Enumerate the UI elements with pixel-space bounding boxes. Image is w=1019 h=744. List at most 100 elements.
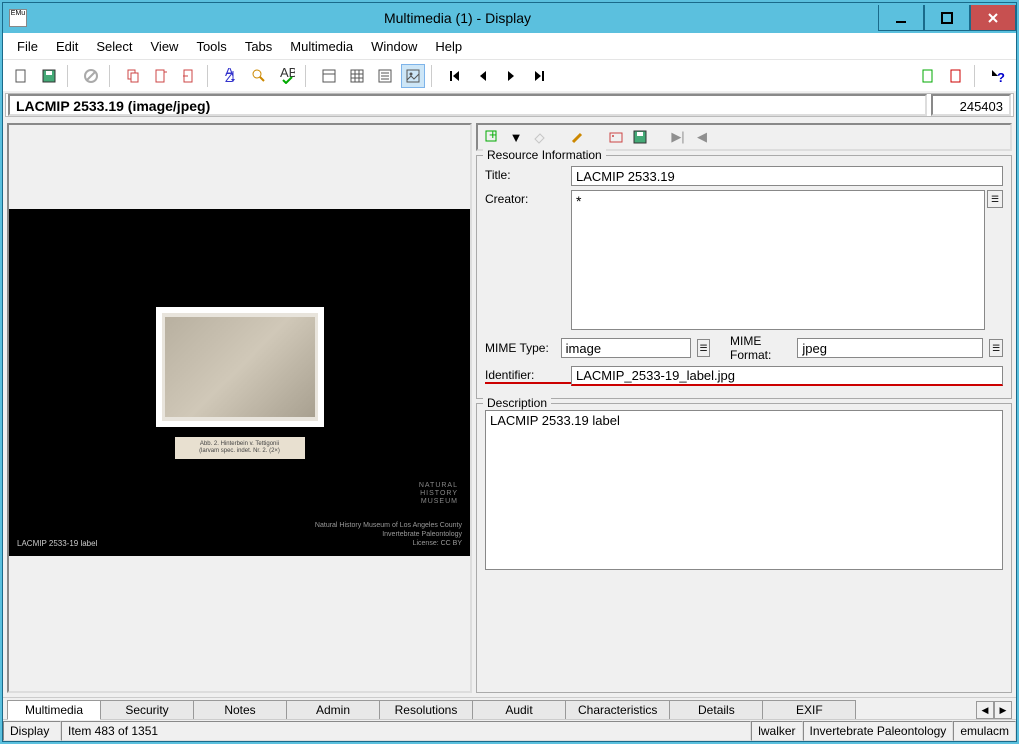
- view-list-icon[interactable]: [373, 64, 397, 88]
- statusbar: Display Item 483 of 1351 lwalker Inverte…: [3, 719, 1016, 741]
- mime-format-input[interactable]: [797, 338, 983, 358]
- window-title: Multimedia (1) - Display: [37, 10, 878, 26]
- status-dept: Invertebrate Paleontology: [803, 721, 954, 741]
- image-panel[interactable]: Abb. 2. Hinterbein v. Tettigonii (larvam…: [7, 123, 472, 693]
- tab-characteristics[interactable]: Characteristics: [565, 700, 670, 719]
- copy-icon[interactable]: [121, 64, 145, 88]
- resource-info-fieldset: Resource Information Title: Creator: * ☰…: [476, 155, 1012, 399]
- tab-admin[interactable]: Admin: [286, 700, 380, 719]
- new-icon[interactable]: [9, 64, 33, 88]
- specimen-caption: Abb. 2. Hinterbein v. Tettigonii (larvam…: [175, 437, 305, 459]
- title-input[interactable]: [571, 166, 1003, 186]
- attach-green-icon[interactable]: [916, 64, 940, 88]
- menu-window[interactable]: Window: [363, 36, 425, 57]
- main-area: Abb. 2. Hinterbein v. Tettigonii (larvam…: [3, 119, 1016, 697]
- menu-multimedia[interactable]: Multimedia: [282, 36, 361, 57]
- menu-help[interactable]: Help: [427, 36, 470, 57]
- mime-type-input[interactable]: [561, 338, 691, 358]
- app-window: EMu Multimedia (1) - Display File Edit S…: [2, 2, 1017, 742]
- creator-input[interactable]: *: [571, 190, 985, 330]
- tab-exif[interactable]: EXIF: [762, 700, 856, 719]
- status-position: Item 483 of 1351: [61, 721, 751, 741]
- mime-format-lookup-icon[interactable]: ☰: [989, 339, 1003, 357]
- close-button[interactable]: [970, 5, 1016, 31]
- menubar: File Edit Select View Tools Tabs Multime…: [3, 33, 1016, 59]
- status-mode: Display: [3, 721, 61, 741]
- nav-next-icon[interactable]: [499, 64, 523, 88]
- cut-icon[interactable]: [177, 64, 201, 88]
- toolbar: AZ ABC ?: [3, 59, 1016, 91]
- svg-text:+: +: [489, 129, 497, 142]
- menu-select[interactable]: Select: [88, 36, 140, 57]
- menu-file[interactable]: File: [9, 36, 46, 57]
- minimize-button[interactable]: [878, 5, 924, 31]
- nav-prev-icon[interactable]: [471, 64, 495, 88]
- svg-text:ABC: ABC: [280, 68, 295, 80]
- svg-text:?: ?: [997, 70, 1005, 84]
- creator-label: Creator:: [485, 190, 571, 206]
- nav-last-icon[interactable]: [527, 64, 551, 88]
- menu-view[interactable]: View: [143, 36, 187, 57]
- museum-logo: NATURAL HISTORY MUSEUM: [419, 482, 458, 506]
- nav-next-mini-icon[interactable]: ▶|: [668, 127, 688, 147]
- titlebar: EMu Multimedia (1) - Display: [3, 3, 1016, 33]
- find-icon[interactable]: [247, 64, 271, 88]
- status-server: emulacm: [953, 721, 1016, 741]
- tab-details[interactable]: Details: [669, 700, 763, 719]
- mime-format-label: MIME Format:: [730, 334, 793, 362]
- attach-red-icon[interactable]: [944, 64, 968, 88]
- mime-type-label: MIME Type:: [485, 341, 557, 355]
- image-preview: Abb. 2. Hinterbein v. Tettigonii (larvam…: [9, 209, 470, 556]
- help-icon[interactable]: ?: [986, 64, 1010, 88]
- eraser-icon[interactable]: [530, 127, 550, 147]
- sort-icon[interactable]: AZ: [219, 64, 243, 88]
- save-icon[interactable]: [37, 64, 61, 88]
- tabs-row: Multimedia Security Notes Admin Resoluti…: [3, 697, 1016, 719]
- menu-edit[interactable]: Edit: [48, 36, 86, 57]
- nav-first-icon[interactable]: [443, 64, 467, 88]
- tab-audit[interactable]: Audit: [472, 700, 566, 719]
- record-count: 245403: [931, 94, 1011, 116]
- menu-tabs[interactable]: Tabs: [237, 36, 280, 57]
- title-label: Title:: [485, 166, 571, 182]
- maximize-button[interactable]: [924, 5, 970, 31]
- save-resource-icon[interactable]: [630, 127, 650, 147]
- view-external-icon[interactable]: [606, 127, 626, 147]
- view-grid-icon[interactable]: [345, 64, 369, 88]
- record-header: LACMIP 2533.19 (image/jpeg) 245403: [5, 93, 1014, 117]
- dropdown-icon[interactable]: ▼: [506, 127, 526, 147]
- view-detail-icon[interactable]: [317, 64, 341, 88]
- paste-icon[interactable]: [149, 64, 173, 88]
- spellcheck-icon[interactable]: ABC: [275, 64, 299, 88]
- tab-scroll-left-icon[interactable]: ◀: [976, 701, 994, 719]
- form-panel: + ▼ ▶| ◀ Resource Information Title:: [476, 123, 1012, 693]
- identifier-label: Identifier:: [485, 366, 571, 384]
- edit-icon[interactable]: [568, 127, 588, 147]
- description-legend: Description: [483, 396, 551, 410]
- svg-text:Z: Z: [225, 70, 233, 84]
- tab-multimedia[interactable]: Multimedia: [7, 700, 101, 720]
- mime-type-lookup-icon[interactable]: ☰: [697, 339, 711, 357]
- view-image-icon[interactable]: [401, 64, 425, 88]
- description-fieldset: Description: [476, 403, 1012, 693]
- app-icon: EMu: [9, 9, 27, 27]
- description-input[interactable]: [485, 410, 1003, 570]
- add-resource-icon[interactable]: +: [482, 127, 502, 147]
- identifier-input[interactable]: [571, 366, 1003, 386]
- creator-lookup-icon[interactable]: ☰: [987, 190, 1003, 208]
- tab-scroll-right-icon[interactable]: ▶: [994, 701, 1012, 719]
- tab-notes[interactable]: Notes: [193, 700, 287, 719]
- tab-resolutions[interactable]: Resolutions: [379, 700, 473, 719]
- cancel-icon[interactable]: [79, 64, 103, 88]
- image-caption-left: LACMIP 2533-19 label: [17, 539, 97, 548]
- specimen-photo: [156, 307, 324, 427]
- creator-marker: *: [576, 193, 581, 209]
- resource-info-legend: Resource Information: [483, 148, 606, 162]
- nav-prev-mini-icon[interactable]: ◀: [692, 127, 712, 147]
- tab-security[interactable]: Security: [100, 700, 194, 719]
- menu-tools[interactable]: Tools: [188, 36, 234, 57]
- image-credits: Natural History Museum of Los Angeles Co…: [315, 521, 462, 548]
- mini-toolbar: + ▼ ▶| ◀: [476, 123, 1012, 151]
- record-title: LACMIP 2533.19 (image/jpeg): [8, 94, 927, 116]
- status-user: lwalker: [751, 721, 802, 741]
